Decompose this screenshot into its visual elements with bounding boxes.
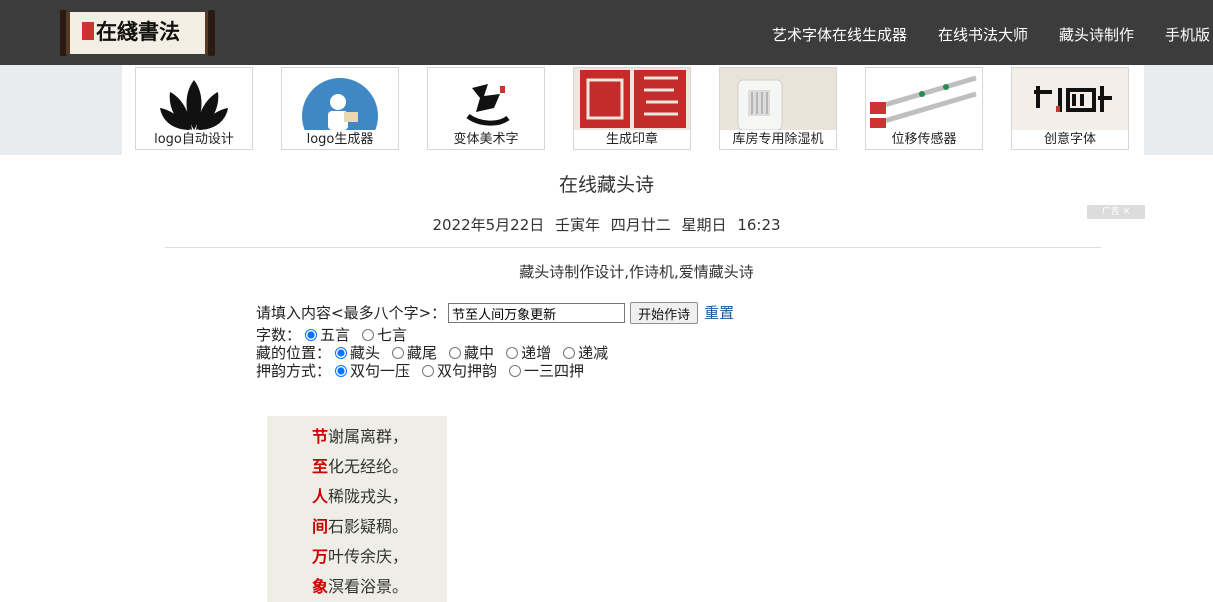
position-label: 藏的位置： bbox=[256, 344, 332, 362]
poem-line-rest: 稀陇戎头， bbox=[328, 487, 409, 506]
poem-line-head: 节 bbox=[312, 427, 329, 446]
ad-container: logo自动设计 logo生成器 变体美术字 生成印章 库房专用除湿机 位移传感… bbox=[122, 65, 1144, 155]
nav-link-art-font[interactable]: 艺术字体在线生成器 bbox=[772, 24, 907, 45]
rhyme-radio-three[interactable] bbox=[509, 365, 522, 377]
poem-form: 请填入内容<最多八个字>： 开始作诗 重置 字数： 五言 七言 藏的位置： 藏头… bbox=[256, 302, 734, 380]
rhyme-label: 押韵方式： bbox=[256, 362, 332, 380]
position-radio-head[interactable] bbox=[335, 347, 348, 359]
creative-font-icon bbox=[1012, 68, 1128, 130]
rhyme-row: 押韵方式： 双句一压 双句押韵 一三四押 bbox=[256, 362, 734, 380]
poem-line-head: 人 bbox=[312, 487, 329, 506]
ad-tile-label: 位移传感器 bbox=[891, 132, 957, 147]
ad-tile-label: 库房专用除湿机 bbox=[732, 132, 824, 147]
scroll-roll-right bbox=[208, 10, 215, 56]
sensor-rod-icon bbox=[870, 75, 977, 128]
chars-option-five[interactable]: 五言 bbox=[301, 326, 350, 344]
rhyme-radio-one[interactable] bbox=[335, 365, 348, 377]
poem-output: 节谢属离群， 至化无经纶。 人稀陇戎头， 间石影疑稠。 万叶传余庆， 象溟看浴景… bbox=[267, 416, 447, 602]
dehumidifier-icon bbox=[720, 68, 836, 130]
poem-line-head: 象 bbox=[312, 577, 329, 596]
ad-tile-label: logo生成器 bbox=[306, 132, 374, 147]
poem-line-head: 万 bbox=[312, 547, 329, 566]
logo-avatar-icon bbox=[302, 78, 378, 130]
nav-link-acrostic-poem[interactable]: 藏头诗制作 bbox=[1059, 24, 1134, 45]
page-title: 在线藏头诗 bbox=[558, 174, 654, 196]
position-radio-tail[interactable] bbox=[392, 347, 405, 359]
date-line: 2022年5月22日 壬寅年 四月廿二 星期日 16:23 bbox=[432, 216, 781, 234]
ad-tile-displacement-sensor[interactable]: 位移传感器 bbox=[865, 67, 983, 150]
ad-tile-label: 生成印章 bbox=[605, 132, 658, 147]
poem-line: 节谢属离群， bbox=[312, 423, 408, 447]
lotus-logo-icon bbox=[160, 80, 228, 130]
chars-row: 字数： 五言 七言 bbox=[256, 326, 734, 344]
ad-tile-variant-art-font[interactable]: 变体美术字 bbox=[427, 67, 545, 150]
ad-tile-label: 创意字体 bbox=[1043, 132, 1096, 147]
ad-tile-seal-generator[interactable]: 生成印章 bbox=[573, 67, 691, 150]
ad-tile-creative-font[interactable]: 创意字体 bbox=[1011, 67, 1129, 150]
nav-link-mobile[interactable]: 手机版 bbox=[1165, 24, 1210, 45]
poem-line-rest: 叶传余庆， bbox=[328, 547, 409, 566]
poem-line: 万叶传余庆， bbox=[312, 543, 408, 567]
poem-line-rest: 石影疑稠。 bbox=[328, 517, 409, 536]
ad-tile-dehumidifier[interactable]: 库房专用除湿机 bbox=[719, 67, 837, 150]
ad-tile-logo-generator[interactable]: logo生成器 bbox=[281, 67, 399, 150]
content-label: 请填入内容<最多八个字>： bbox=[256, 304, 447, 322]
logo-text: 在綫書法 bbox=[96, 19, 180, 44]
top-navbar: 在綫書法 艺术字体在线生成器 在线书法大师 藏头诗制作 手机版 bbox=[0, 0, 1213, 65]
position-option-tail[interactable]: 藏尾 bbox=[388, 344, 437, 362]
position-radio-increasing[interactable] bbox=[506, 347, 519, 359]
brush-character-icon bbox=[466, 84, 510, 126]
reset-link[interactable]: 重置 bbox=[704, 304, 734, 322]
poem-line-rest: 化无经纶。 bbox=[328, 457, 409, 476]
poem-line-head: 间 bbox=[312, 517, 329, 536]
rhyme-radio-two[interactable] bbox=[422, 365, 435, 377]
poem-line-rest: 溟看浴景。 bbox=[328, 577, 409, 596]
nav-link-calligraphy-master[interactable]: 在线书法大师 bbox=[938, 24, 1028, 45]
position-option-middle[interactable]: 藏中 bbox=[445, 344, 494, 362]
divider bbox=[165, 247, 1101, 248]
content-input[interactable] bbox=[448, 303, 626, 323]
position-option-decreasing[interactable]: 递减 bbox=[559, 344, 608, 362]
start-poem-button[interactable]: 开始作诗 bbox=[630, 302, 699, 324]
rhyme-option-one[interactable]: 双句一压 bbox=[331, 362, 410, 380]
seal-mark bbox=[82, 22, 94, 40]
site-logo[interactable]: 在綫書法 bbox=[60, 10, 215, 56]
ad-tile-label: 变体美术字 bbox=[453, 132, 519, 147]
position-row: 藏的位置： 藏头 藏尾 藏中 递增 递减 bbox=[256, 344, 734, 362]
chars-option-seven[interactable]: 七言 bbox=[358, 326, 407, 344]
poem-line: 至化无经纶。 bbox=[312, 453, 408, 477]
position-option-increasing[interactable]: 递增 bbox=[502, 344, 551, 362]
position-radio-decreasing[interactable] bbox=[563, 347, 576, 359]
position-radio-middle[interactable] bbox=[449, 347, 462, 359]
chars-radio-seven[interactable] bbox=[362, 329, 375, 341]
ad-tile-logo-design[interactable]: logo自动设计 bbox=[135, 67, 253, 150]
rhyme-option-two[interactable]: 双句押韵 bbox=[418, 362, 497, 380]
poem-line-rest: 谢属离群， bbox=[328, 427, 409, 446]
content-row: 请填入内容<最多八个字>： 开始作诗 重置 bbox=[256, 302, 734, 324]
ad-strip: logo自动设计 logo生成器 变体美术字 生成印章 库房专用除湿机 位移传感… bbox=[0, 65, 1213, 219]
page-subtitle: 藏头诗制作设计,作诗机,爱情藏头诗 bbox=[519, 263, 754, 281]
rhyme-option-three[interactable]: 一三四押 bbox=[505, 362, 584, 380]
ad-tile-label: logo自动设计 bbox=[154, 132, 234, 147]
chars-radio-five[interactable] bbox=[305, 329, 318, 341]
poem-line: 间石影疑稠。 bbox=[312, 513, 408, 537]
poem-line: 象溟看浴景。 bbox=[312, 573, 408, 597]
position-option-head[interactable]: 藏头 bbox=[331, 344, 380, 362]
red-seal-icon bbox=[574, 68, 690, 130]
poem-line: 人稀陇戎头， bbox=[312, 483, 408, 507]
main-nav: 艺术字体在线生成器 在线书法大师 藏头诗制作 手机版 bbox=[772, 24, 1210, 45]
poem-line-head: 至 bbox=[312, 457, 329, 476]
chars-label: 字数： bbox=[256, 326, 302, 344]
